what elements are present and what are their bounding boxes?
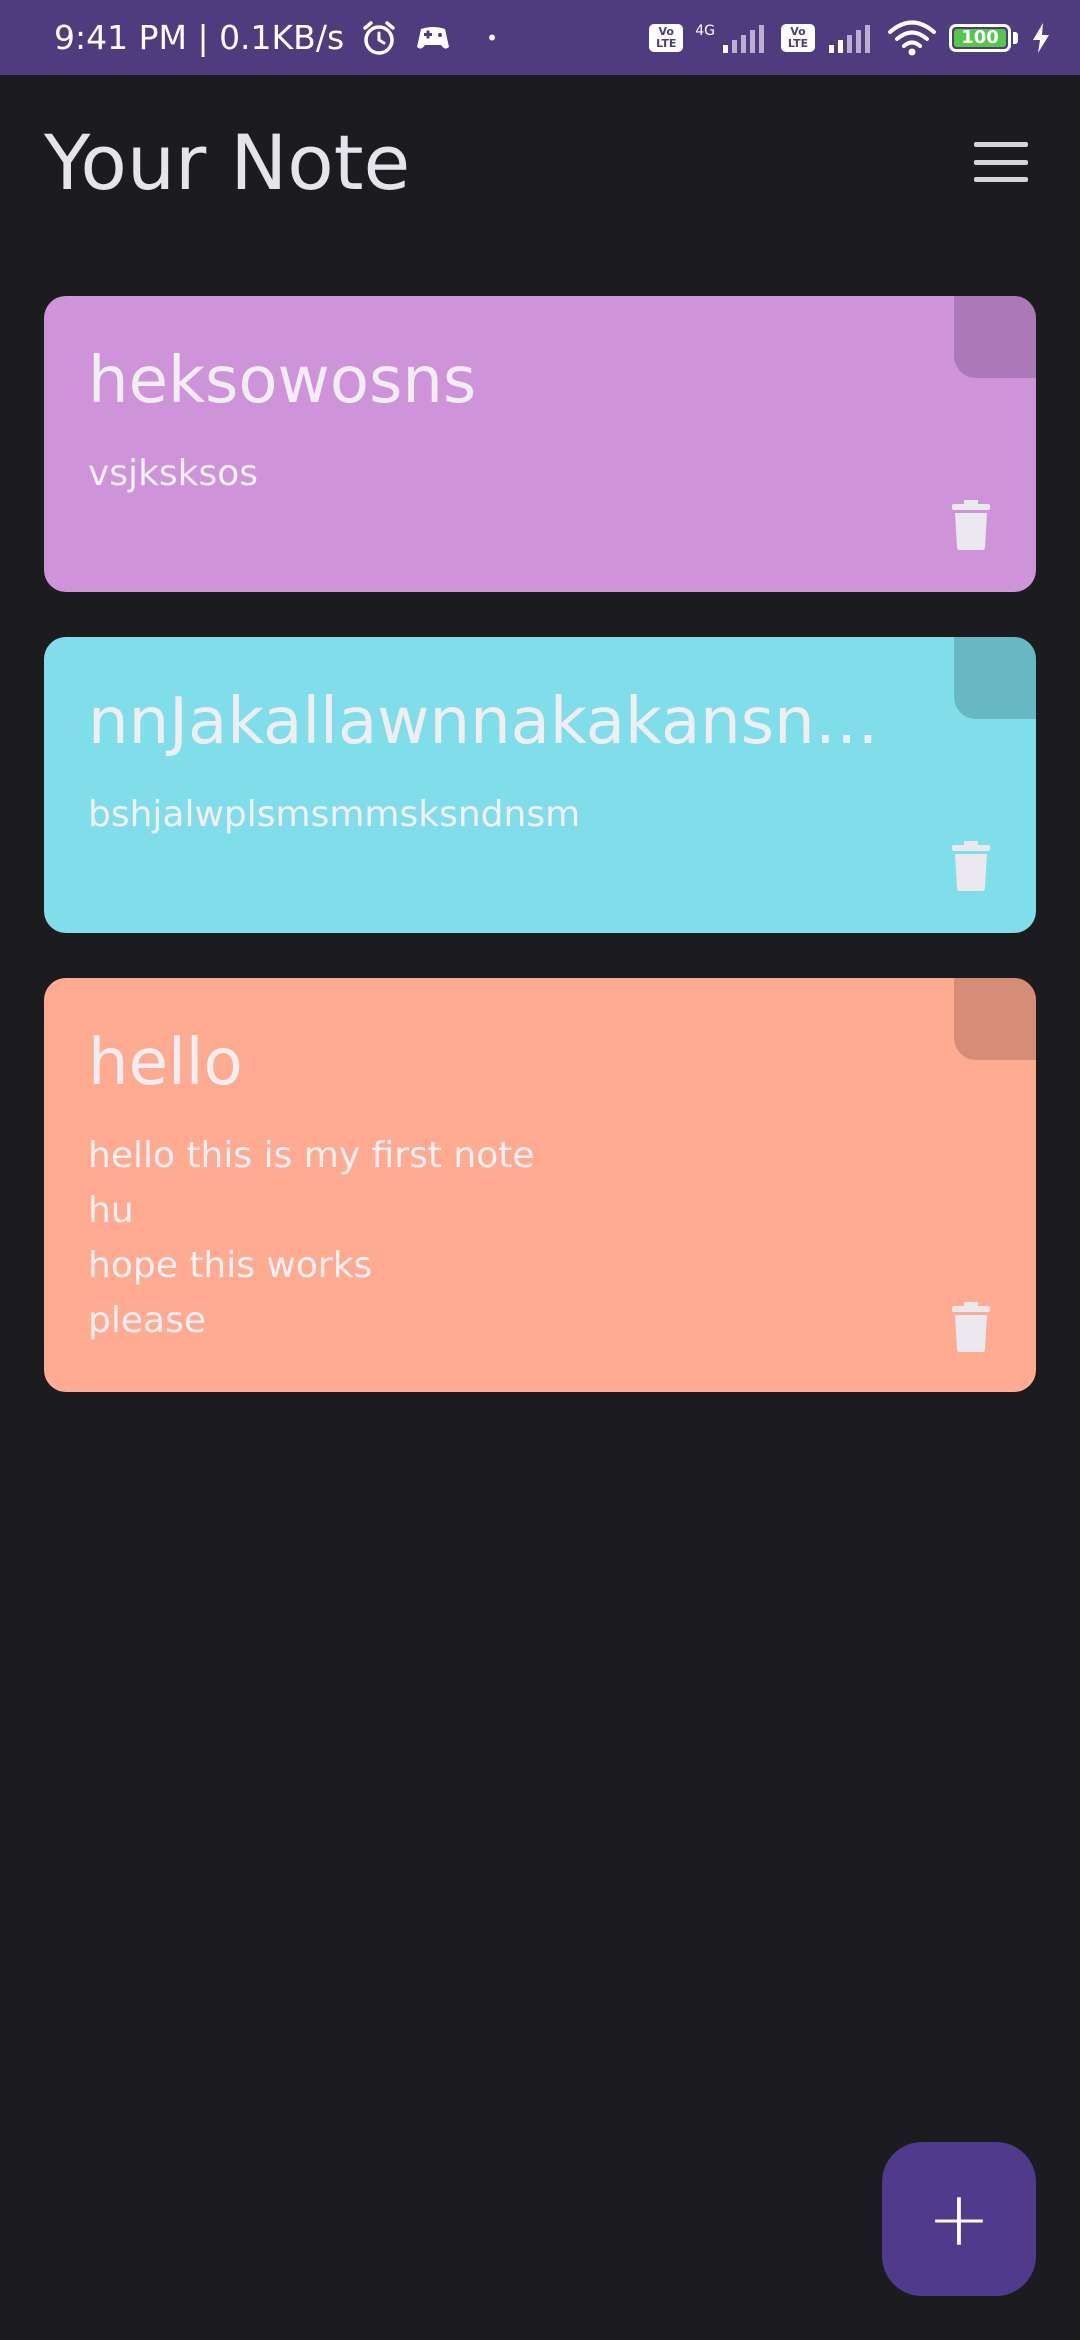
note-body: vsjksksos (88, 453, 259, 494)
status-bar: 9:41 PM | 0.1KB/s • Vo LTE 4G Vo LTE 100 (0, 0, 1080, 75)
signal-icon-sim1 (721, 21, 769, 55)
menu-icon-line (974, 142, 1028, 147)
note-fold-corner (954, 978, 1036, 1060)
note-card[interactable]: heksowosns vsjksksos (44, 296, 1036, 592)
delete-note-button[interactable] (952, 841, 990, 891)
battery-icon: 100 (949, 23, 1011, 52)
add-note-button[interactable]: + (882, 2142, 1036, 2296)
delete-note-button[interactable] (952, 500, 990, 550)
note-fold-corner (954, 637, 1036, 719)
wifi-icon (887, 19, 937, 57)
signal-icon-sim2 (827, 21, 875, 55)
page-title: Your Note (44, 118, 411, 207)
volte-icon: Vo LTE (649, 23, 684, 52)
note-title: nnJakallawnnakakansnnsnsnsmjs (88, 685, 896, 759)
volte-label-top: Vo (658, 24, 674, 38)
menu-icon-line (974, 159, 1028, 165)
note-title: hello (88, 1026, 243, 1100)
note-fold-corner (954, 296, 1036, 378)
note-card[interactable]: nnJakallawnnakakansnnsnsnsmjs bshjalwpls… (44, 637, 1036, 933)
volte-icon-sim2: Vo LTE (781, 23, 815, 52)
alarm-icon (360, 19, 398, 57)
notification-dot: • (486, 25, 498, 50)
note-body: bshjalwplsmsmmsksndnsm (88, 794, 581, 835)
menu-button[interactable] (974, 142, 1028, 182)
volte-label-bottom: LTE (656, 36, 677, 50)
add-note-label: + (927, 2174, 991, 2263)
note-card[interactable]: hello hello this is my first note hu hop… (44, 978, 1036, 1392)
note-body: hello this is my first note hu hope this… (88, 1135, 535, 1341)
network-type: 4G (695, 22, 715, 39)
battery-level: 100 (961, 27, 999, 48)
volte-label-top: Vo (790, 24, 806, 38)
menu-icon-line (974, 177, 1028, 182)
note-title: heksowosns (88, 344, 477, 418)
game-controller-icon (414, 21, 452, 55)
charging-icon (1030, 21, 1052, 55)
status-time-speed: 9:41 PM | 0.1KB/s (54, 18, 345, 57)
volte-label-bottom: LTE (787, 36, 809, 50)
delete-note-button[interactable] (952, 1302, 990, 1352)
